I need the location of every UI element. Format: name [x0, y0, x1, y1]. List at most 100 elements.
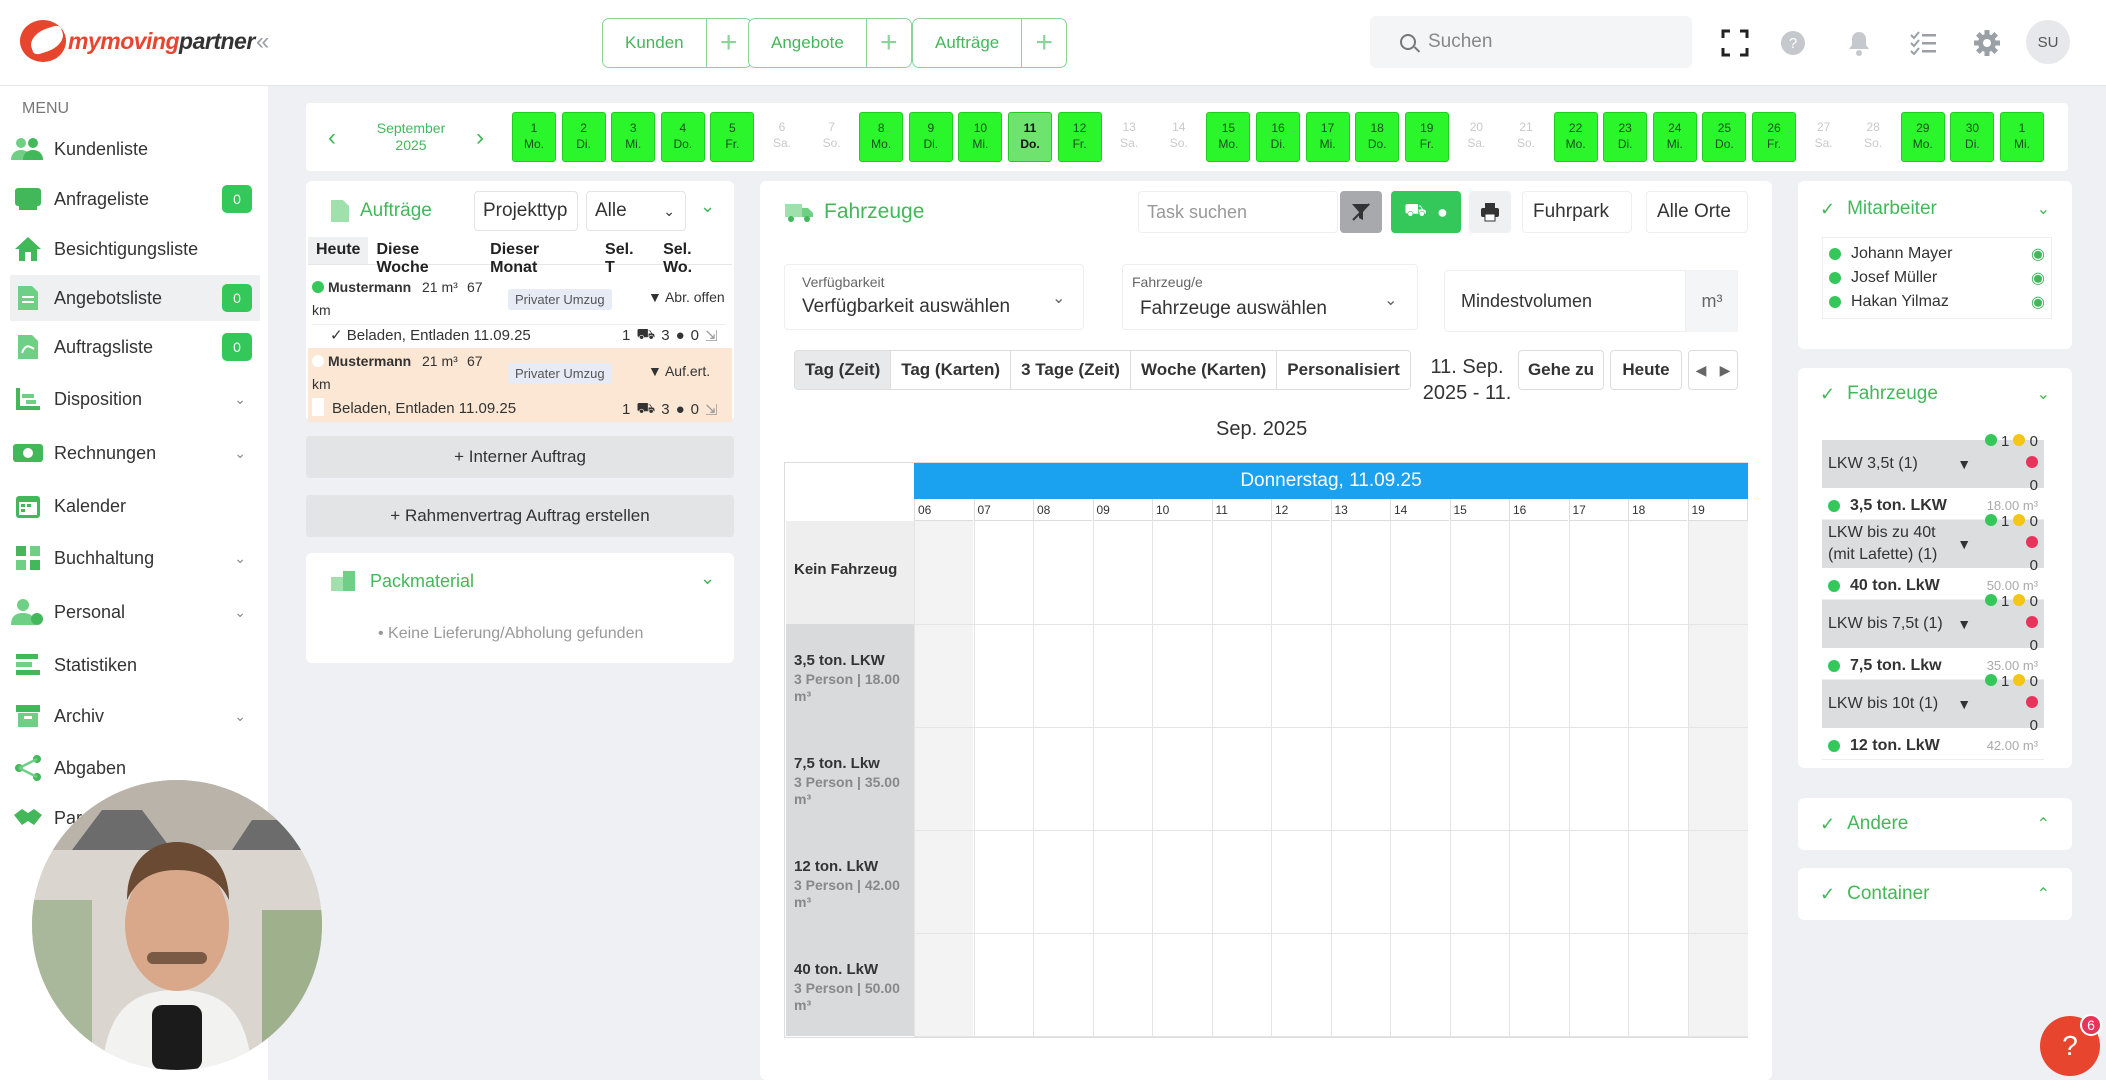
sidebar-item-angebotsliste[interactable]: Angebotsliste 0 — [10, 275, 260, 321]
next-day-icon[interactable]: ▶ — [1720, 362, 1731, 379]
day-cell[interactable]: 21 So. — [1504, 112, 1548, 162]
day-cell[interactable]: 8 Mo. — [859, 112, 904, 162]
tab-sel-wo[interactable]: Sel. Wo. — [655, 237, 732, 276]
sidebar-item-archiv[interactable]: Archiv ⌄ — [10, 693, 260, 739]
gear-icon[interactable] — [1970, 26, 2004, 60]
day-cell[interactable]: 16 Di. — [1256, 112, 1300, 162]
day-cell[interactable]: 19 Fr. — [1404, 112, 1449, 162]
sidebar-item-personal[interactable]: Personal ⌄ — [10, 589, 260, 635]
add-auftrag-plus-icon[interactable]: + — [1022, 19, 1066, 67]
sidebar-item-abgaben[interactable]: Abgaben — [10, 745, 260, 791]
vehicle-group-header[interactable]: LKW 3,5t (1) ▼ 1 0 0 — [1822, 433, 2044, 494]
day-cell[interactable]: 1 Mo. — [512, 112, 556, 162]
chevron-down-icon[interactable]: ⌄ — [700, 196, 715, 217]
mindestvolumen-input[interactable]: Mindestvolumen — [1444, 270, 1686, 332]
vehicle-group-header[interactable]: LKW bis 10t (1) ▼ 1 0 0 — [1822, 673, 2044, 734]
clear-filter-icon[interactable] — [1340, 191, 1382, 233]
heute-button[interactable]: Heute — [1610, 350, 1682, 390]
tab-tag-zeit[interactable]: Tag (Zeit) — [795, 351, 892, 389]
day-cell[interactable]: 20 Sa. — [1454, 112, 1498, 162]
printer-icon[interactable] — [1469, 191, 1511, 233]
day-cell[interactable]: 2 Di. — [561, 112, 606, 162]
sidebar-item-buchhaltung[interactable]: Buchhaltung ⌄ — [10, 535, 260, 581]
day-cell[interactable]: 6 Sa. — [760, 112, 804, 162]
auftraege-button[interactable]: Aufträge — [913, 19, 1023, 67]
day-cell[interactable]: 26 Fr. — [1752, 112, 1796, 162]
kunden-button[interactable]: Kunden — [603, 19, 707, 67]
order-status[interactable]: ▼ Auf.ert. — [648, 363, 710, 379]
next-month-icon[interactable]: › — [476, 124, 484, 152]
vehicle-item[interactable]: 12 ton. LkW 42.00 m³ — [1822, 732, 2044, 760]
day-cell[interactable]: 7 So. — [810, 112, 854, 162]
gehe-zu-button[interactable]: Gehe zu — [1518, 350, 1604, 390]
tab-diese-woche[interactable]: Diese Woche — [368, 237, 482, 276]
sidebar-item-kundenliste[interactable]: Kundenliste — [10, 126, 260, 172]
day-cell[interactable]: 5 Fr. — [710, 112, 755, 162]
day-cell[interactable]: 10 Mi. — [958, 112, 1003, 162]
fullscreen-icon[interactable] — [1718, 26, 1752, 60]
global-search[interactable]: Suchen — [1370, 16, 1692, 68]
status-filter-select[interactable]: Alle ⌄ — [586, 191, 686, 231]
sidebar-item-statistiken[interactable]: Statistiken — [10, 642, 260, 688]
day-cell[interactable]: 18 Do. — [1355, 112, 1400, 162]
day-cell[interactable]: 3 Mi. — [611, 112, 656, 162]
mitarbeiter-item[interactable]: Josef Müller ◉ — [1829, 266, 2045, 290]
tasklist-icon[interactable] — [1906, 26, 1940, 60]
prev-day-icon[interactable]: ◀ — [1696, 362, 1707, 379]
chevron-down-icon[interactable]: ⌄ — [700, 568, 715, 589]
order-task[interactable]: ✓ Beladen, Entladen 11.09.25 — [330, 326, 531, 344]
sidebar-item-kalender[interactable]: Kalender — [10, 483, 260, 529]
day-cell[interactable]: 27 Sa. — [1802, 112, 1846, 162]
tab-sel-t[interactable]: Sel. T — [597, 237, 655, 276]
task-search-input[interactable]: Task suchen — [1138, 191, 1338, 233]
add-kunde-plus-icon[interactable]: + — [707, 19, 751, 67]
day-cell[interactable]: 23 Di. — [1603, 112, 1648, 162]
day-cell[interactable]: 9 Di. — [908, 112, 953, 162]
mitarbeiter-item[interactable]: Johann Mayer ◉ — [1829, 242, 2045, 266]
collapse-sidebar-icon[interactable]: « — [256, 28, 269, 56]
day-cell[interactable]: 1 Mi. — [2000, 112, 2044, 162]
fahrzeuge-header[interactable]: ✓ Fahrzeuge ⌄ — [1798, 368, 2072, 420]
month-label[interactable]: September 2025 — [366, 120, 456, 154]
day-cell[interactable]: 4 Do. — [660, 112, 705, 162]
sidebar-item-auftragsliste[interactable]: Auftragsliste 0 — [10, 324, 260, 370]
order-task[interactable]: Beladen, Entladen 11.09.25 — [332, 400, 516, 417]
avatar[interactable]: SU — [2026, 20, 2070, 64]
day-cell[interactable]: 11 Do. — [1008, 112, 1052, 162]
prev-month-icon[interactable]: ‹ — [328, 124, 336, 152]
sidebar-item-anfrageliste[interactable]: Anfrageliste 0 — [10, 176, 260, 222]
vehicle-group-header[interactable]: LKW bis 7,5t (1) ▼ 1 0 0 — [1822, 593, 2044, 654]
day-cell[interactable]: 17 Mi. — [1305, 112, 1350, 162]
sidebar-item-besichtigungsliste[interactable]: Besichtigungsliste — [10, 226, 260, 272]
day-cell[interactable]: 22 Mo. — [1553, 112, 1598, 162]
day-cell[interactable]: 15 Mo. — [1206, 112, 1251, 162]
tab-heute[interactable]: Heute — [308, 237, 369, 264]
tab-tag-karten[interactable]: Tag (Karten) — [891, 351, 1012, 389]
day-cell[interactable]: 28 So. — [1851, 112, 1895, 162]
andere-header[interactable]: ✓ Andere ⌃ — [1798, 798, 2072, 850]
day-cell[interactable]: 29 Mo. — [1900, 112, 1945, 162]
day-cell[interactable]: 30 Di. — [1950, 112, 1995, 162]
angebote-button[interactable]: Angebote — [749, 19, 867, 67]
day-cell[interactable]: 24 Mi. — [1652, 112, 1697, 162]
orte-select[interactable]: Alle Orte — [1646, 191, 1748, 233]
tab-3-tage-zeit[interactable]: 3 Tage (Zeit) — [1011, 351, 1131, 389]
day-cell[interactable]: 12 Fr. — [1057, 112, 1102, 162]
tab-woche-karten[interactable]: Woche (Karten) — [1130, 351, 1278, 389]
container-header[interactable]: ✓ Container ⌃ — [1798, 868, 2072, 920]
day-cell[interactable]: 13 Sa. — [1107, 112, 1151, 162]
mitarbeiter-header[interactable]: ✓ Mitarbeiter ⌄ — [1798, 181, 2072, 237]
bell-icon[interactable] — [1842, 26, 1876, 60]
tab-personalisiert[interactable]: Personalisiert — [1277, 351, 1410, 389]
help-chat-button[interactable]: ? 6 — [2040, 1014, 2102, 1076]
mitarbeiter-item[interactable]: Hakan Yilmaz ◉ — [1829, 290, 2045, 314]
tab-dieser-monat[interactable]: Dieser Monat — [482, 237, 597, 276]
fuhrpark-select[interactable]: Fuhrpark — [1522, 191, 1632, 233]
rahmenvertrag-button[interactable]: + Rahmenvertrag Auftrag erstellen — [306, 495, 734, 537]
help-circle-icon[interactable]: ? — [1776, 26, 1810, 60]
add-angebot-plus-icon[interactable]: + — [867, 19, 911, 67]
day-cell[interactable]: 25 Do. — [1702, 112, 1747, 162]
logo[interactable]: mymovingpartner — [20, 20, 255, 62]
interner-auftrag-button[interactable]: + Interner Auftrag — [306, 436, 734, 478]
sidebar-item-rechnungen[interactable]: Rechnungen ⌄ — [10, 430, 260, 476]
